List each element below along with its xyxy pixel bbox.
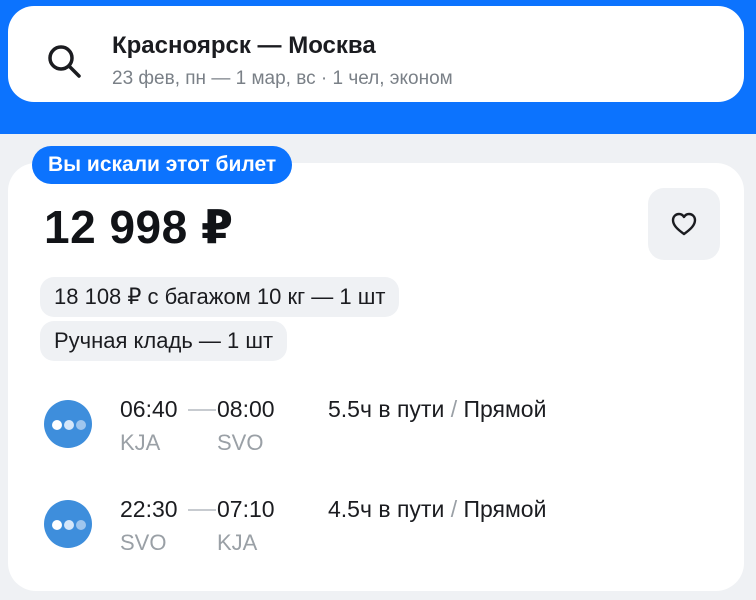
duration-text: 4.5ч в пути	[328, 496, 445, 522]
search-bar[interactable]: Красноярск — Москва 23 фев, пн — 1 мар, …	[8, 6, 744, 102]
duration-separator: /	[450, 496, 458, 522]
arrival-airport: SVO	[217, 430, 264, 455]
departure-time: 22:30	[120, 496, 178, 522]
hand-luggage-chip: Ручная кладь — 1 шт	[40, 321, 288, 361]
departure-airport: SVO	[120, 530, 167, 555]
airline-logo-icon	[44, 400, 92, 448]
search-route: Красноярск — Москва	[112, 32, 376, 59]
arrival-time: 07:10	[217, 496, 275, 522]
time-separator	[188, 409, 216, 411]
arrival-airport: KJA	[217, 530, 258, 555]
departure-time: 06:40	[120, 396, 178, 422]
departure-airport: KJA	[120, 430, 161, 455]
flight-type: Прямой	[463, 496, 547, 522]
baggage-option-chip[interactable]: 18 108 ₽ с багажом 10 кг — 1 шт	[40, 277, 400, 317]
search-details: 23 фев, пн — 1 мар, вс · 1 чел, эконом	[112, 68, 453, 89]
arrival-time: 08:00	[217, 396, 275, 422]
flight-type: Прямой	[463, 396, 547, 422]
search-icon	[48, 45, 81, 78]
duration-text: 5.5ч в пути	[328, 396, 445, 422]
ticket-price: 12 998 ₽	[44, 201, 234, 253]
searched-ticket-badge: Вы искали этот билет	[32, 146, 293, 184]
favorite-button[interactable]	[648, 188, 720, 260]
heart-icon	[671, 212, 697, 236]
flight-duration: 4.5ч в пути / Прямой	[328, 496, 546, 523]
duration-separator: /	[450, 396, 458, 422]
flight-duration: 5.5ч в пути / Прямой	[328, 396, 546, 423]
time-separator	[188, 509, 216, 511]
airline-logo-icon	[44, 500, 92, 548]
